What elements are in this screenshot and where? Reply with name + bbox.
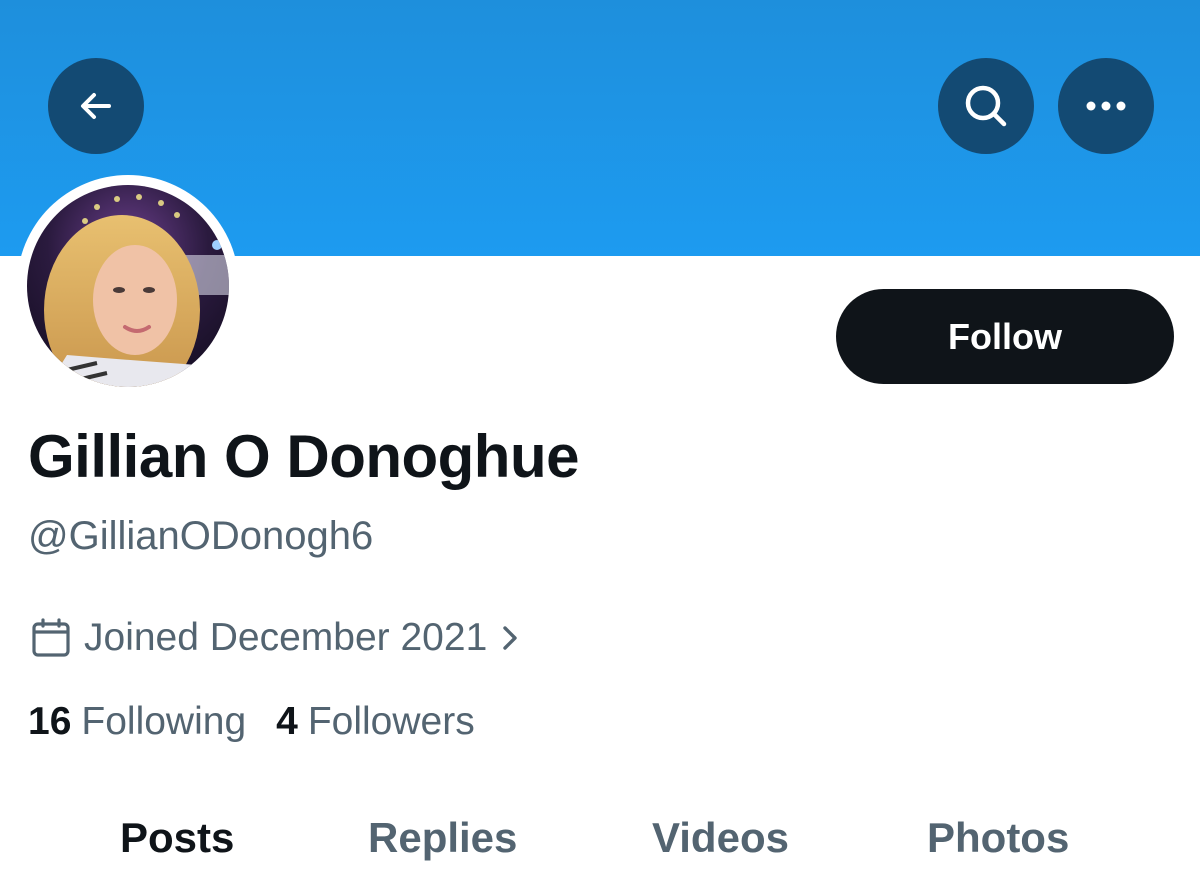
avatar[interactable] (27, 185, 229, 387)
arrow-left-icon (81, 93, 111, 119)
joined-date: Joined December 2021 (84, 616, 488, 659)
followers-link[interactable]: 4 Followers (276, 700, 475, 744)
followers-label: Followers (307, 700, 475, 743)
joined-date-row[interactable]: Joined December 2021 (30, 612, 521, 664)
calendar-icon (32, 618, 70, 657)
follow-stats: 16 Following 4 Followers (28, 700, 475, 744)
chevron-right-icon (503, 626, 517, 650)
tab-posts[interactable]: Posts (120, 814, 234, 862)
following-count: 16 (28, 700, 72, 743)
following-link[interactable]: 16 Following (28, 700, 246, 744)
tab-videos[interactable]: Videos (652, 814, 789, 862)
user-handle: @GillianODonogh6 (28, 514, 374, 558)
avatar-frame (17, 175, 239, 397)
avatar-image (27, 185, 229, 387)
search-icon (965, 85, 1007, 127)
tab-replies[interactable]: Replies (368, 814, 517, 862)
follow-button[interactable]: Follow (836, 289, 1174, 384)
display-name: Gillian O Donoghue (28, 423, 579, 490)
tab-photos[interactable]: Photos (927, 814, 1069, 862)
more-options-button[interactable] (1058, 58, 1154, 154)
back-button[interactable] (48, 58, 144, 154)
following-label: Following (81, 700, 247, 743)
search-button[interactable] (938, 58, 1034, 154)
ellipsis-icon (1086, 101, 1126, 111)
followers-count: 4 (276, 700, 298, 743)
profile-tabs: Posts Replies Videos Photos (0, 808, 1200, 885)
